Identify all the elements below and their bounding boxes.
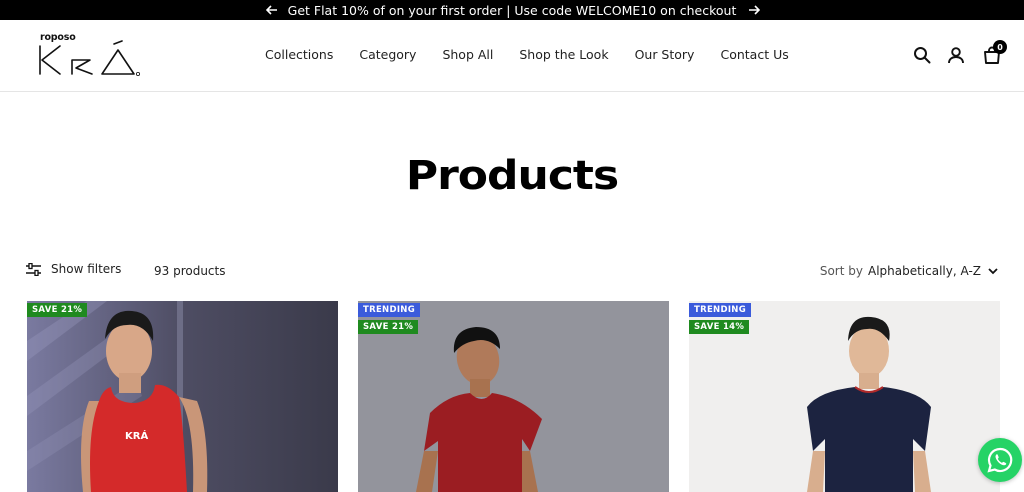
sort-dropdown[interactable]: Sort by Alphabetically, A-Z: [820, 264, 1000, 278]
nav-link-shop-the-look[interactable]: Shop the Look: [519, 47, 608, 62]
product-count: 93 products: [154, 264, 226, 278]
nav-link-shop-all[interactable]: Shop All: [442, 47, 493, 62]
chevron-down-icon: [988, 268, 998, 275]
trending-badge: TRENDING: [358, 303, 420, 317]
save-badge: SAVE 14%: [689, 320, 750, 334]
account-icon[interactable]: [945, 44, 967, 66]
nav-link-our-story[interactable]: Our Story: [635, 47, 695, 62]
save-badge: SAVE 21%: [358, 320, 419, 334]
whatsapp-chat-button[interactable]: [978, 438, 1022, 482]
trending-badge: TRENDING: [689, 303, 751, 317]
show-filters-label: Show filters: [51, 262, 122, 276]
brand-logo[interactable]: roposo: [36, 32, 146, 82]
main-nav: Collections Category Shop All Shop the Look…: [265, 47, 789, 62]
product-card[interactable]: TRENDING SAVE 14%: [689, 301, 1000, 492]
product-card[interactable]: TRENDING SAVE 21%: [358, 301, 669, 492]
search-icon[interactable]: [911, 44, 933, 66]
whatsapp-icon: [987, 447, 1013, 473]
announcement-text: Get Flat 10% of on your first order | Us…: [287, 2, 737, 18]
show-filters-button[interactable]: Show filters: [26, 262, 121, 276]
logo-kra-mark: [39, 40, 141, 77]
page-title: Products: [405, 152, 619, 199]
collection-toolbar: Show filters 93 products Sort by Alphabe…: [26, 262, 1000, 282]
filter-sliders-icon: [26, 262, 41, 276]
svg-text:KRÁ: KRÁ: [125, 429, 148, 442]
nav-link-contact-us[interactable]: Contact Us: [720, 47, 788, 62]
save-badge: SAVE 21%: [27, 303, 88, 317]
sort-value: Alphabetically, A-Z: [867, 264, 981, 278]
announcement-bar: Get Flat 10% of on your first order | Us…: [0, 0, 1024, 20]
cart-count-badge: 0: [993, 40, 1007, 54]
prev-arrow-icon[interactable]: [260, 0, 284, 20]
cart-icon[interactable]: 0: [981, 40, 1007, 66]
sort-label: Sort by: [819, 264, 863, 278]
next-arrow-icon[interactable]: [742, 0, 766, 20]
site-header: roposo Collections Category Shop All Shop t…: [0, 20, 1024, 92]
nav-link-collections[interactable]: Collections: [265, 47, 333, 62]
nav-link-category[interactable]: Category: [359, 47, 416, 62]
product-card[interactable]: KRÁ SAVE 21%: [27, 301, 338, 492]
product-image: KRÁ: [27, 301, 338, 492]
